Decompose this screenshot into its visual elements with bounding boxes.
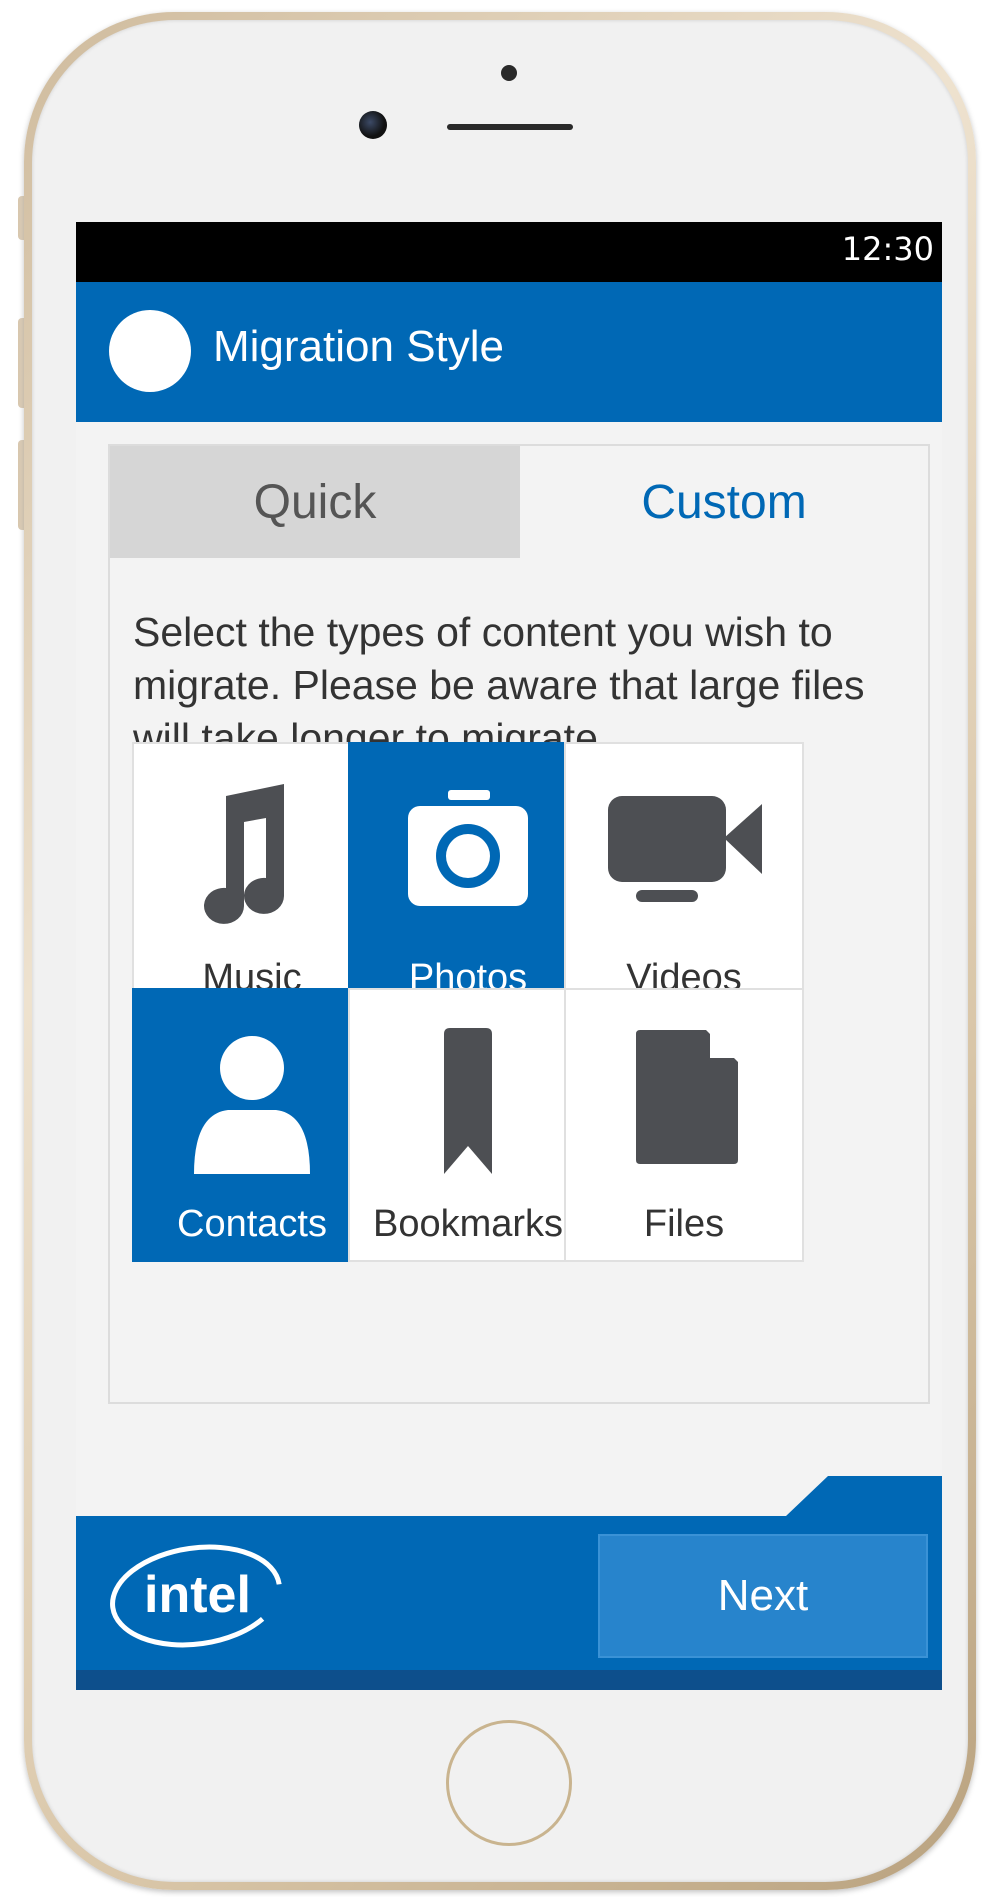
tile-label: Bookmarks bbox=[372, 1203, 564, 1245]
earpiece-speaker bbox=[447, 124, 573, 130]
svg-text:intel: intel bbox=[144, 1566, 251, 1624]
tile-contacts[interactable]: Contacts bbox=[132, 988, 372, 1262]
music-note-icon bbox=[204, 784, 284, 924]
app-header: Migration Style bbox=[76, 282, 942, 422]
status-time: 12:30 bbox=[841, 230, 934, 268]
tab-quick[interactable]: Quick bbox=[110, 446, 520, 558]
video-camera-icon bbox=[608, 796, 762, 902]
header-avatar bbox=[109, 310, 191, 392]
screen: 12:30 Migration Style Quick Custom Selec… bbox=[76, 222, 942, 1690]
tile-photos[interactable]: Photos bbox=[348, 742, 588, 1016]
status-bar: 12:30 bbox=[76, 222, 942, 282]
intel-logo: intel bbox=[110, 1544, 282, 1648]
tile-videos[interactable]: Videos bbox=[564, 742, 804, 1016]
tile-music[interactable]: Music bbox=[132, 742, 372, 1016]
home-button[interactable] bbox=[446, 1720, 572, 1846]
migration-panel: Quick Custom Select the types of content… bbox=[108, 444, 930, 1404]
camera-icon bbox=[408, 790, 528, 906]
footer-bar: intel Next bbox=[76, 1476, 942, 1690]
next-button[interactable]: Next bbox=[598, 1534, 928, 1658]
file-icon bbox=[636, 1030, 738, 1164]
tile-files[interactable]: Files bbox=[564, 988, 804, 1262]
person-icon bbox=[194, 1036, 310, 1174]
tab-custom[interactable]: Custom bbox=[520, 446, 928, 558]
page-title: Migration Style bbox=[213, 322, 505, 371]
phone-device: 12:30 Migration Style Quick Custom Selec… bbox=[0, 0, 984, 1897]
tab-bar: Quick Custom bbox=[110, 446, 928, 558]
front-camera bbox=[359, 111, 387, 139]
bookmark-icon bbox=[444, 1028, 492, 1174]
tile-label: Files bbox=[643, 1203, 725, 1245]
tile-bookmarks[interactable]: Bookmarks bbox=[348, 988, 588, 1262]
bottom-strip bbox=[76, 1670, 942, 1690]
sensor-dot bbox=[501, 65, 517, 81]
tile-label: Contacts bbox=[177, 1203, 327, 1245]
